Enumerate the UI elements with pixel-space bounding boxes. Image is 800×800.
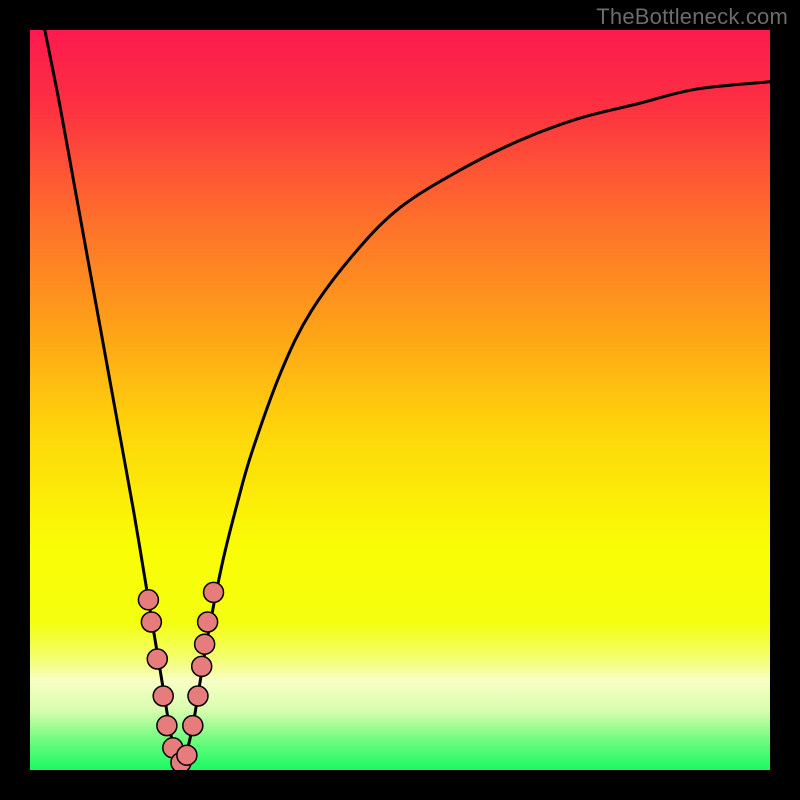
watermark-text: TheBottleneck.com: [596, 4, 788, 30]
plot-area: [30, 30, 770, 770]
chart-frame: TheBottleneck.com: [0, 0, 800, 800]
background-gradient: [30, 30, 770, 770]
